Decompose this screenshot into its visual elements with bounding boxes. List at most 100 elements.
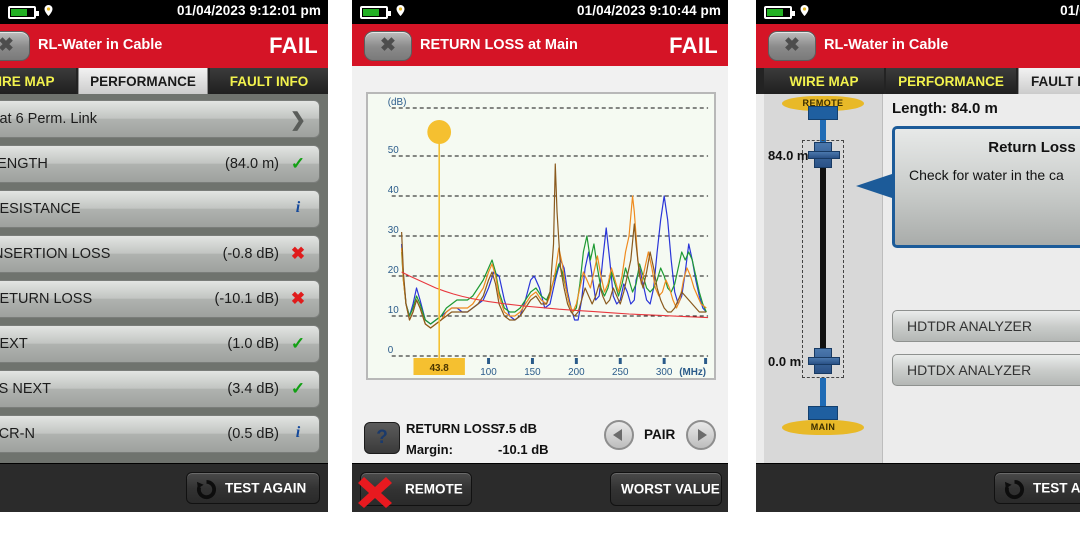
performance-panel: 01/04/2023 9:12:01 pm ✖ RL-Water in Cabl… <box>0 0 328 512</box>
tab-label: WIRE MAP <box>0 74 55 89</box>
tab-bar: WIRE MAP PERFORMANCE FAULT I <box>756 66 1080 96</box>
tab-label: WIRE MAP <box>789 74 859 89</box>
return-loss-chart[interactable]: 0 10 20 30 40 50 (dB) 100 150 200 250 300 (MHz) 43.8 <box>366 92 716 380</box>
list-item[interactable]: PS NEXT (3.4 dB) ✓ <box>0 370 320 408</box>
tab-fault-info[interactable]: FAULT INFO <box>210 68 328 96</box>
worst-value-button[interactable]: WORST VALUE <box>610 472 722 506</box>
list-item[interactable]: LENGTH (84.0 m) ✓ <box>0 145 320 183</box>
margin-value: -10.1 dB <box>498 442 549 457</box>
list-item[interactable]: ACR-N (0.5 dB) i <box>0 415 320 453</box>
svg-text:40: 40 <box>388 185 399 196</box>
status-datetime: 01/04/2023 9:07 <box>1060 3 1080 18</box>
main-plug <box>808 406 838 420</box>
row-value: (3.4 dB) <box>227 381 279 397</box>
question-mark-icon[interactable]: ? <box>364 422 400 454</box>
list-item[interactable]: NEXT (1.0 dB) ✓ <box>0 325 320 363</box>
svg-text:0: 0 <box>388 345 394 356</box>
location-pin-icon <box>800 5 809 16</box>
far-distance-label: 84.0 m <box>768 148 809 163</box>
svg-text:(dB): (dB) <box>388 97 407 108</box>
list-item[interactable]: INSERTION LOSS (-0.8 dB) ✖ <box>0 235 320 273</box>
row-value: (-10.1 dB) <box>214 291 279 307</box>
list-item[interactable]: RETURN LOSS (-10.1 dB) ✖ <box>0 280 320 318</box>
battery-icon <box>360 6 391 19</box>
verdict-badge: FAIL <box>269 33 318 58</box>
list-item[interactable]: Cat 6 Perm. Link ❯ <box>0 100 320 138</box>
svg-text:30: 30 <box>388 225 399 236</box>
tab-label: FAULT INFO <box>229 74 309 89</box>
cable-under-test <box>820 168 826 350</box>
status-datetime: 01/04/2023 9:12:01 pm <box>177 3 321 18</box>
far-connector-icon <box>808 142 840 168</box>
verdict-badge: FAIL <box>669 33 718 58</box>
row-label: PS NEXT <box>0 381 52 397</box>
close-x-icon[interactable]: ✖ <box>0 31 30 61</box>
test-again-button[interactable]: TEST A <box>994 472 1080 504</box>
list-item[interactable]: RESISTANCE i <box>0 190 320 228</box>
bottom-bar: REMOTE WORST VALUE <box>352 463 728 512</box>
panel-title: RL-Water in Cable <box>824 37 949 53</box>
status-bar: 01/04/2023 9:07 <box>756 0 1080 24</box>
row-label: NEXT <box>0 336 28 352</box>
cable-diagram: REMOTE 84.0 m 0.0 m MAIN <box>764 94 883 464</box>
tab-label: PERFORMANCE <box>898 74 1004 89</box>
check-icon: ✓ <box>290 154 306 173</box>
panel-title: RETURN LOSS at Main <box>420 37 578 53</box>
svg-text:50: 50 <box>388 145 399 156</box>
row-label: LENGTH <box>0 156 48 172</box>
title-bar: ✖ RETURN LOSS at Main FAIL <box>352 24 728 67</box>
remote-button[interactable]: REMOTE <box>358 472 472 508</box>
chevron-right-icon: ❯ <box>290 110 306 131</box>
hdtdx-analyzer-button[interactable]: HDTDX ANALYZER <box>892 354 1080 386</box>
near-distance-label: 0.0 m <box>768 354 802 369</box>
pair-next-button[interactable] <box>686 420 716 450</box>
tab-performance[interactable]: PERFORMANCE <box>886 68 1016 96</box>
bottom-bar: TEST AGAIN <box>0 463 328 512</box>
remote-plug <box>808 106 838 120</box>
location-pin-icon <box>44 5 53 16</box>
callout-body: Check for water in the ca <box>909 167 1064 183</box>
plot-body: 0 10 20 30 40 50 (dB) 100 150 200 250 300 (MHz) 43.8 … <box>352 66 728 464</box>
test-again-label: TEST AGAIN <box>225 480 307 496</box>
close-x-icon[interactable]: ✖ <box>364 31 412 61</box>
test-again-button[interactable]: TEST AGAIN <box>186 472 320 504</box>
tab-label: PERFORMANCE <box>90 74 196 89</box>
remote-label: REMOTE <box>405 481 463 497</box>
cross-icon: ✖ <box>290 289 306 308</box>
svg-text:200: 200 <box>568 367 585 378</box>
tab-label: FAULT I <box>1031 74 1080 89</box>
margin-label: Margin: <box>406 442 453 457</box>
panel-title: RL-Water in Cable <box>38 37 163 53</box>
tab-wire-map[interactable]: WIRE MAP <box>0 68 76 96</box>
worst-value-label: WORST VALUE <box>621 481 720 497</box>
row-label: ACR-N <box>0 426 35 442</box>
main-end-label: MAIN <box>782 420 864 435</box>
chart-svg: 0 10 20 30 40 50 (dB) 100 150 200 250 300 (MHz) 43.8 <box>368 94 714 378</box>
svg-text:250: 250 <box>612 367 629 378</box>
row-value: (-0.8 dB) <box>222 246 279 262</box>
metric-value: 7.5 dB <box>498 421 538 436</box>
tab-fault-info[interactable]: FAULT I <box>1018 68 1080 96</box>
fault-info-panel: 01/04/2023 9:07 ✖ RL-Water in Cable F WI… <box>756 0 1080 512</box>
row-value: (1.0 dB) <box>227 336 279 352</box>
check-icon: ✓ <box>290 334 306 353</box>
triangle-left-icon <box>613 429 622 441</box>
status-datetime: 01/04/2023 9:10:44 pm <box>577 3 721 18</box>
hdtdr-analyzer-button[interactable]: HDTDR ANALYZER <box>892 310 1080 342</box>
pair-prev-button[interactable] <box>604 420 634 450</box>
main-wire <box>820 378 826 406</box>
near-connector-icon <box>808 348 840 374</box>
close-x-icon[interactable]: ✖ <box>768 31 816 61</box>
tab-performance[interactable]: PERFORMANCE <box>78 68 208 96</box>
status-bar: 01/04/2023 9:12:01 pm <box>0 0 328 24</box>
svg-text:(MHz): (MHz) <box>679 367 706 378</box>
row-value: (0.5 dB) <box>227 426 279 442</box>
tab-wire-map[interactable]: WIRE MAP <box>764 68 884 96</box>
svg-text:150: 150 <box>524 367 541 378</box>
status-bar: 01/04/2023 9:10:44 pm <box>352 0 728 24</box>
fault-info-body: REMOTE 84.0 m 0.0 m MAIN Length: 84.0 m … <box>756 94 1080 464</box>
tab-bar: WIRE MAP PERFORMANCE FAULT INFO <box>0 66 328 96</box>
refresh-arrow-icon <box>196 479 217 499</box>
svg-text:300: 300 <box>656 367 673 378</box>
red-cross-icon <box>358 477 392 508</box>
